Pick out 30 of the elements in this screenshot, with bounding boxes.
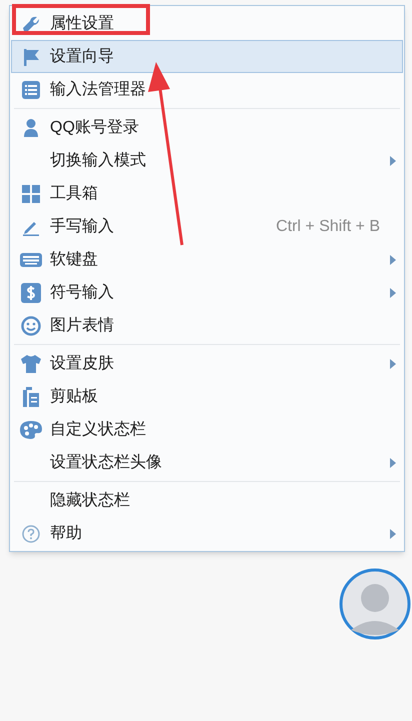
user-icon <box>24 118 38 136</box>
dollar-icon <box>21 282 41 302</box>
menu-item[interactable]: 设置状态栏头像 <box>11 446 403 479</box>
menu-item[interactable]: 剪贴板 <box>11 380 403 413</box>
list-icon <box>22 80 40 98</box>
menu-item[interactable]: 输入法管理器 <box>11 73 403 106</box>
menu-item[interactable]: 自定义状态栏 <box>11 413 403 446</box>
shortcut-text: Ctrl + Shift + B <box>276 216 380 236</box>
shirt-icon <box>21 354 41 372</box>
flag-icon <box>22 48 40 66</box>
menu-item[interactable]: 手写输入 Ctrl + Shift + B <box>11 210 403 243</box>
clipboard-icon <box>23 386 39 406</box>
menu-item[interactable]: QQ账号登录 <box>11 111 403 144</box>
menu-item[interactable]: 软键盘 <box>11 243 403 276</box>
menu-item[interactable]: 图片表情 <box>11 309 403 342</box>
menu-item[interactable]: 隐藏状态栏 <box>11 484 403 517</box>
menu-item[interactable]: 切换输入模式 <box>11 144 403 177</box>
grid-icon <box>22 184 40 202</box>
menu-item[interactable]: 帮助 <box>11 517 403 550</box>
menu-item[interactable]: 设置向导 <box>11 40 403 73</box>
palette-icon <box>20 420 42 438</box>
menu-item[interactable]: 设置皮肤 <box>11 347 403 380</box>
help-icon <box>22 524 40 542</box>
menu-item[interactable]: 符号输入 <box>11 276 403 309</box>
smiley-icon <box>21 316 41 336</box>
menu-item[interactable]: 属性设置 <box>11 7 403 40</box>
menu-item[interactable]: 工具箱 <box>11 177 403 210</box>
wrench-icon <box>22 14 40 32</box>
avatar-icon[interactable] <box>339 568 411 640</box>
keyboard-icon <box>20 252 42 266</box>
